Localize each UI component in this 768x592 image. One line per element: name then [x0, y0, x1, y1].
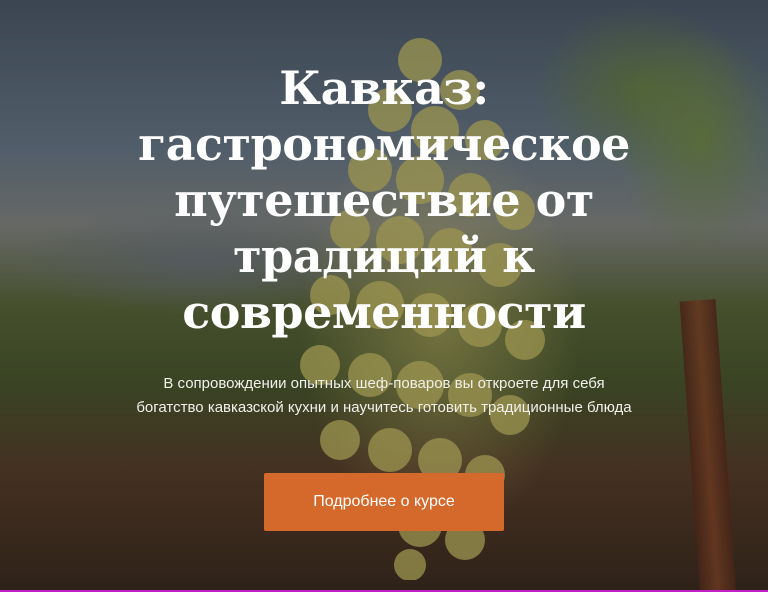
- course-details-button[interactable]: Подробнее о курсе: [264, 473, 504, 531]
- hero-title: Кавказ: гастрономическое путешествие от …: [138, 61, 630, 339]
- hero-section: Кавказ: гастрономическое путешествие от …: [0, 0, 768, 592]
- hero-content: Кавказ: гастрономическое путешествие от …: [0, 0, 768, 592]
- hero-subtitle: В сопровождении опытных шеф-поваров вы о…: [136, 375, 632, 416]
